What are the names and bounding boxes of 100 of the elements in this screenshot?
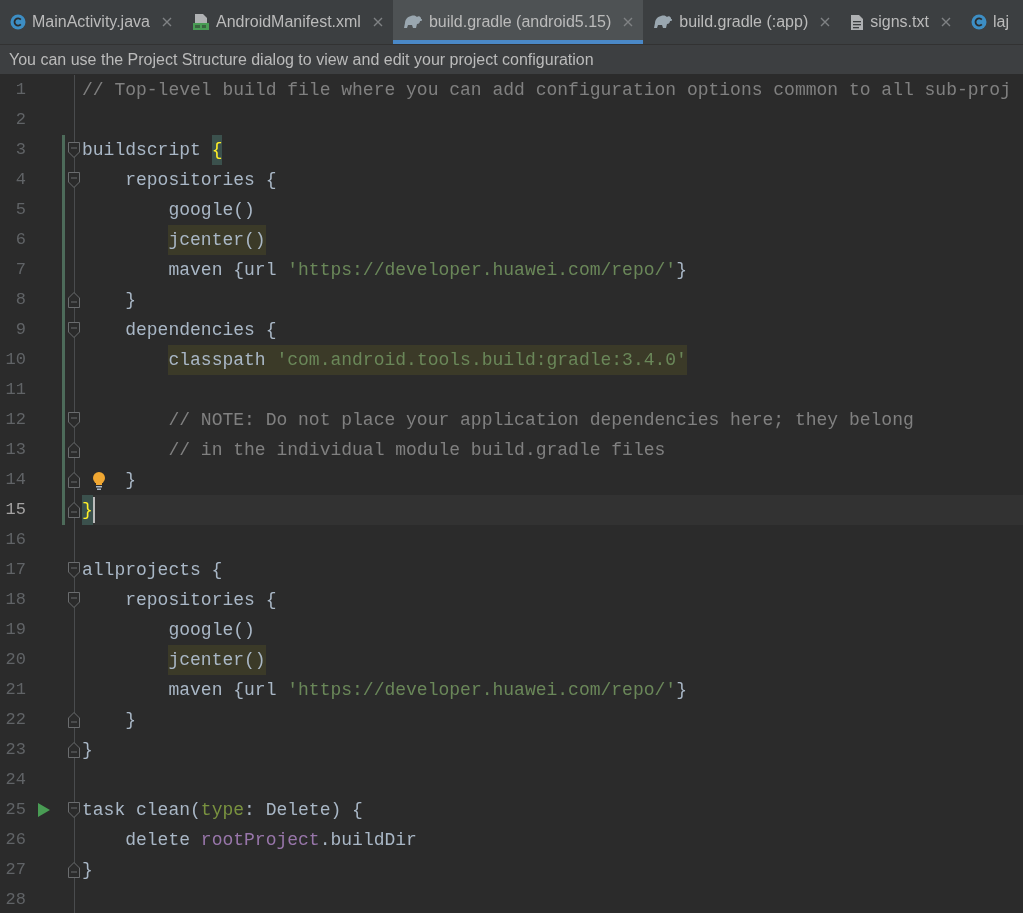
code-text: } [125, 468, 137, 492]
line-number: 9 [14, 319, 26, 342]
line-number: 23 [4, 739, 26, 762]
change-marker[interactable] [62, 315, 65, 345]
change-marker[interactable] [62, 495, 65, 525]
line-number: 5 [14, 199, 26, 222]
editor-tab[interactable]: AndroidManifest.xml [181, 0, 393, 44]
elephant-icon [653, 14, 674, 30]
close-icon[interactable] [820, 17, 831, 27]
code-text: repositories { [125, 588, 277, 612]
fold-icon[interactable] [67, 412, 80, 428]
change-marker[interactable] [62, 465, 65, 495]
change-marker[interactable] [62, 375, 65, 405]
code-text: task clean( [82, 798, 201, 822]
code-text: } [82, 858, 93, 882]
code-text: } [82, 738, 93, 762]
code-text: repositories { [125, 168, 277, 192]
code-text: .buildDir [319, 828, 417, 852]
editor-tab[interactable]: build.gradle (:app) [643, 0, 841, 44]
code-text: jcenter() [168, 645, 266, 675]
line-number: 16 [4, 529, 26, 552]
code-text: google() [168, 618, 255, 642]
code-text: } [125, 288, 137, 312]
change-marker[interactable] [62, 135, 65, 165]
change-marker[interactable] [62, 345, 65, 375]
line-number: 7 [14, 259, 26, 282]
editor-tab[interactable]: signs.txt [840, 0, 961, 44]
change-marker[interactable] [62, 285, 65, 315]
line-number: 3 [14, 139, 26, 162]
fold-icon[interactable] [67, 592, 80, 608]
fold-icon[interactable] [67, 562, 80, 578]
class-icon [970, 14, 987, 30]
tab-label: AndroidManifest.xml [215, 12, 361, 32]
code-text: 'com.android.tools.build:gradle:3.4.0' [276, 345, 687, 375]
code-text: { [211, 135, 223, 165]
elephant-icon [402, 14, 423, 30]
code-text: jcenter() [168, 225, 266, 255]
class-icon [10, 14, 26, 30]
tab-label: laj [992, 12, 1009, 32]
close-icon[interactable] [623, 17, 634, 27]
line-number: 22 [4, 709, 26, 732]
line-number: 12 [4, 409, 26, 432]
line-number: 24 [4, 769, 26, 792]
fold-icon[interactable] [67, 142, 80, 158]
fold-icon[interactable] [67, 292, 80, 308]
close-icon[interactable] [940, 17, 951, 27]
change-marker[interactable] [62, 165, 65, 195]
fold-icon[interactable] [67, 442, 80, 458]
code-text: rootProject [200, 828, 320, 852]
editor-tab[interactable]: build.gradle (android5.15) [392, 0, 644, 44]
tab-label: build.gradle (android5.15) [428, 12, 612, 32]
run-icon[interactable] [38, 803, 50, 817]
text-file-icon [850, 13, 865, 31]
editor-tab[interactable]: laj [960, 0, 1019, 44]
tab-label: build.gradle (:app) [679, 12, 809, 32]
code-text: allprojects { [82, 558, 223, 582]
line-number: 4 [14, 169, 26, 192]
editor-tab[interactable]: MainActivity.java [0, 0, 182, 44]
code-text: buildscript [82, 138, 202, 162]
line-number: 2 [14, 109, 26, 132]
code-text: classpath [168, 345, 277, 375]
code-text: delete [125, 828, 192, 852]
line-number: 10 [4, 349, 26, 372]
text-cursor [92, 497, 95, 523]
fold-icon[interactable] [67, 502, 80, 518]
fold-icon[interactable] [67, 742, 80, 758]
line-number: 21 [4, 679, 26, 702]
line-number: 20 [4, 649, 26, 672]
fold-icon[interactable] [67, 472, 80, 488]
line-number: 1 [14, 79, 26, 102]
line-number: 6 [14, 229, 26, 252]
close-icon[interactable] [372, 17, 383, 27]
line-number: 26 [4, 829, 26, 852]
code-text: maven {url [168, 258, 278, 282]
code-comment: // in the individual module build.gradle files [168, 438, 666, 462]
line-number: 25 [4, 799, 26, 822]
change-marker[interactable] [62, 405, 65, 435]
change-marker[interactable] [62, 435, 65, 465]
code-text: 'https://developer.huawei.com/repo/' [287, 258, 677, 282]
fold-icon[interactable] [67, 172, 80, 188]
change-marker[interactable] [62, 225, 65, 255]
change-marker[interactable] [62, 195, 65, 225]
code-text: 'https://developer.huawei.com/repo/' [287, 678, 677, 702]
code-text: google() [168, 198, 255, 222]
code-text: dependencies { [125, 318, 277, 342]
fold-icon[interactable] [67, 712, 80, 728]
line-number: 13 [4, 439, 26, 462]
fold-icon[interactable] [67, 322, 80, 338]
tab-label: MainActivity.java [32, 12, 150, 32]
lightbulb-icon[interactable] [92, 472, 106, 490]
code-text: } [676, 258, 687, 282]
fold-icon[interactable] [67, 802, 80, 818]
fold-icon[interactable] [67, 862, 80, 878]
change-marker[interactable] [62, 255, 65, 285]
line-number: 17 [4, 559, 26, 582]
code-comment: // Top-level build file where you can add configuration options common to all sub-proj [82, 78, 1011, 102]
code-text: type [200, 798, 245, 822]
code-text: } [82, 495, 93, 525]
close-icon[interactable] [161, 17, 172, 27]
line-number: 8 [14, 289, 26, 312]
